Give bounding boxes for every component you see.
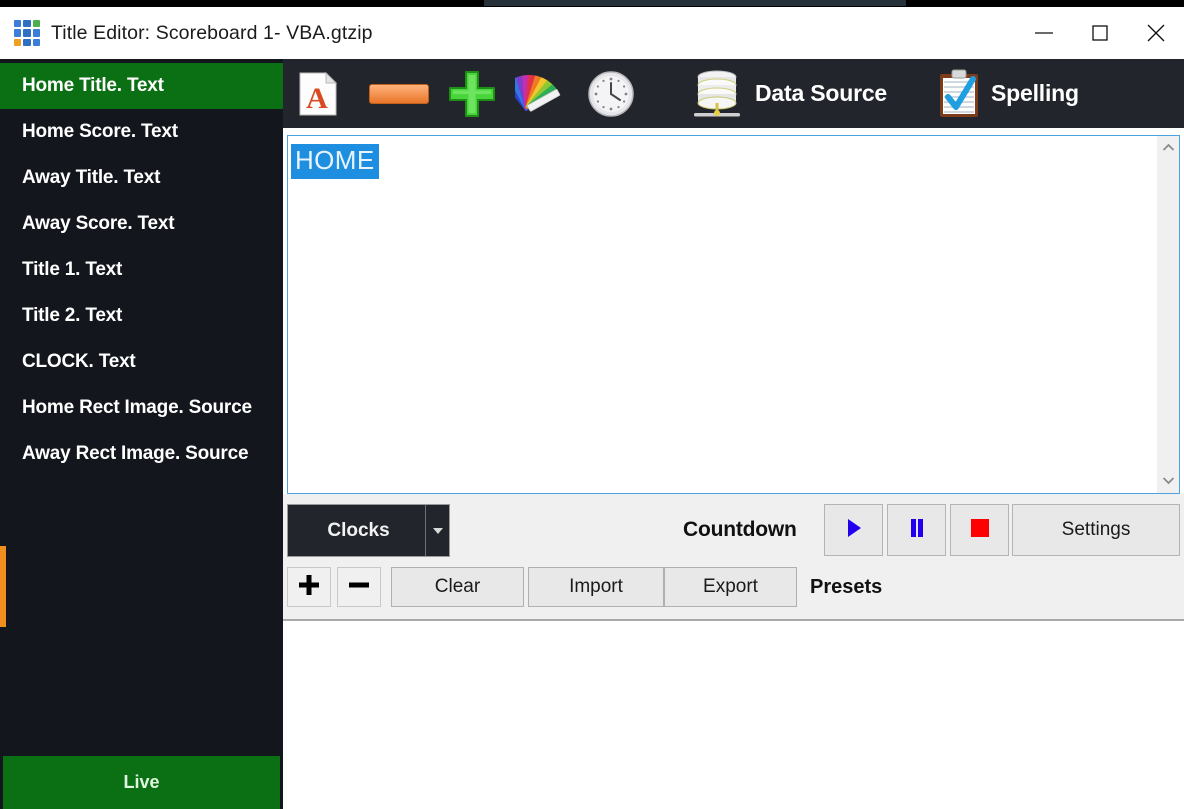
sidebar-item-label: Away Title. Text: [22, 167, 160, 189]
spelling-button[interactable]: Spelling: [937, 59, 1079, 128]
play-icon: [846, 518, 862, 543]
add-plus-button[interactable]: [447, 59, 497, 128]
chevron-down-icon: [1162, 472, 1175, 490]
editor-selected-text[interactable]: HOME: [291, 144, 379, 179]
minimize-icon: [1033, 27, 1055, 39]
sidebar-item-label: Title 1. Text: [22, 259, 122, 281]
clocks-row: Clocks Countdown: [287, 504, 1180, 557]
sidebar-item-0[interactable]: Home Title. Text: [0, 63, 283, 109]
chevron-down-icon: [433, 522, 443, 540]
export-button-label: Export: [703, 576, 758, 598]
close-icon: [1147, 24, 1165, 42]
live-button-label: Live: [123, 772, 159, 793]
sidebar-orange-marker: [0, 546, 6, 627]
live-button[interactable]: Live: [3, 756, 280, 809]
app-icon-square: [14, 29, 21, 36]
minus-icon: [347, 573, 371, 602]
color-swatch-button[interactable]: [515, 59, 571, 128]
stop-button[interactable]: [950, 504, 1009, 556]
sidebar-item-3[interactable]: Away Score. Text: [0, 201, 283, 247]
import-button[interactable]: Import: [528, 567, 664, 607]
spelling-icon: [937, 69, 981, 119]
remove-bar-icon: [369, 84, 429, 104]
clocks-dropdown-button[interactable]: [425, 505, 449, 556]
maximize-icon: [1092, 25, 1108, 41]
app-icon-square: [33, 39, 40, 46]
editor-vertical-scrollbar[interactable]: [1156, 136, 1179, 493]
play-button[interactable]: [824, 504, 883, 556]
sidebar-item-label: Away Score. Text: [22, 213, 174, 235]
sidebar-item-2[interactable]: Away Title. Text: [0, 155, 283, 201]
app-icon-square: [33, 29, 40, 36]
remove-preset-button[interactable]: [337, 567, 381, 607]
app-icon-square: [23, 29, 30, 36]
spelling-label: Spelling: [991, 80, 1079, 107]
sidebar-item-6[interactable]: CLOCK. Text: [0, 339, 283, 385]
controls-panel: Clocks Countdown: [283, 494, 1184, 619]
clear-button-label: Clear: [435, 576, 480, 598]
settings-button[interactable]: Settings: [1012, 504, 1180, 556]
presets-row: Clear Import Export Presets: [287, 567, 1180, 609]
sidebar-item-label: Title 2. Text: [22, 305, 122, 327]
sidebar-item-4[interactable]: Title 1. Text: [0, 247, 283, 293]
maximize-button[interactable]: [1072, 7, 1128, 59]
close-button[interactable]: [1128, 7, 1184, 59]
sidebar-item-label: CLOCK. Text: [22, 351, 136, 373]
settings-button-label: Settings: [1062, 519, 1131, 541]
sidebar-item-label: Away Rect Image. Source: [22, 443, 248, 465]
title-bar: Title Editor: Scoreboard 1- VBA.gtzip: [0, 7, 1184, 59]
font-icon: A: [299, 72, 337, 116]
add-preset-button[interactable]: [287, 567, 331, 607]
app-icon-square: [23, 20, 30, 27]
background-window-edge-inner: [484, 0, 906, 6]
pause-button[interactable]: [887, 504, 946, 556]
scroll-down-button[interactable]: [1157, 469, 1179, 493]
chevron-up-icon: [1162, 139, 1175, 157]
app-icon-square: [14, 20, 21, 27]
stop-icon: [970, 518, 990, 543]
color-swatch-icon: [515, 69, 571, 119]
presets-list-area[interactable]: [283, 621, 1184, 809]
data-source-label: Data Source: [755, 80, 887, 107]
sidebar-item-8[interactable]: Away Rect Image. Source: [0, 431, 283, 477]
toolbar: A: [283, 59, 1184, 128]
sidebar-item-5[interactable]: Title 2. Text: [0, 293, 283, 339]
add-plus-icon: [447, 69, 497, 119]
sidebar-item-label: Home Rect Image. Source: [22, 397, 252, 419]
sidebar-item-list: Home Title. Text Home Score. Text Away Tit…: [0, 63, 283, 477]
title-editor-window: Title Editor: Scoreboard 1- VBA.gtzip Ho…: [0, 0, 1184, 809]
data-source-button[interactable]: Data Source: [689, 59, 887, 128]
export-button[interactable]: Export: [664, 567, 797, 607]
minimize-button[interactable]: [1016, 7, 1072, 59]
sidebar-item-7[interactable]: Home Rect Image. Source: [0, 385, 283, 431]
import-button-label: Import: [569, 576, 623, 598]
plus-icon: [297, 573, 321, 602]
svg-text:A: A: [306, 82, 328, 115]
scroll-up-button[interactable]: [1157, 136, 1179, 160]
presets-label: Presets: [810, 576, 882, 599]
clocks-button-label: Clocks: [288, 520, 425, 542]
pause-icon: [909, 518, 925, 543]
clock-icon: [587, 70, 635, 118]
remove-bar-button[interactable]: [369, 59, 429, 128]
app-grid-icon: [14, 20, 40, 46]
app-icon-square: [23, 39, 30, 46]
data-source-icon: [689, 68, 745, 120]
sidebar-item-label: Home Score. Text: [22, 121, 178, 143]
app-icon-square: [33, 20, 40, 27]
text-editor[interactable]: HOME: [287, 135, 1180, 494]
window-title: Title Editor: Scoreboard 1- VBA.gtzip: [51, 22, 373, 45]
background-window-edge: [0, 0, 1184, 7]
sidebar-item-1[interactable]: Home Score. Text: [0, 109, 283, 155]
sidebar: Home Title. Text Home Score. Text Away Tit…: [0, 59, 283, 809]
clear-button[interactable]: Clear: [391, 567, 524, 607]
sidebar-item-label: Home Title. Text: [22, 75, 164, 97]
clocks-button[interactable]: Clocks: [287, 504, 450, 557]
window-controls: [1016, 7, 1184, 59]
clock-button[interactable]: [587, 59, 635, 128]
countdown-label: Countdown: [683, 518, 797, 542]
app-icon-square: [14, 39, 21, 46]
font-button[interactable]: A: [299, 59, 337, 128]
